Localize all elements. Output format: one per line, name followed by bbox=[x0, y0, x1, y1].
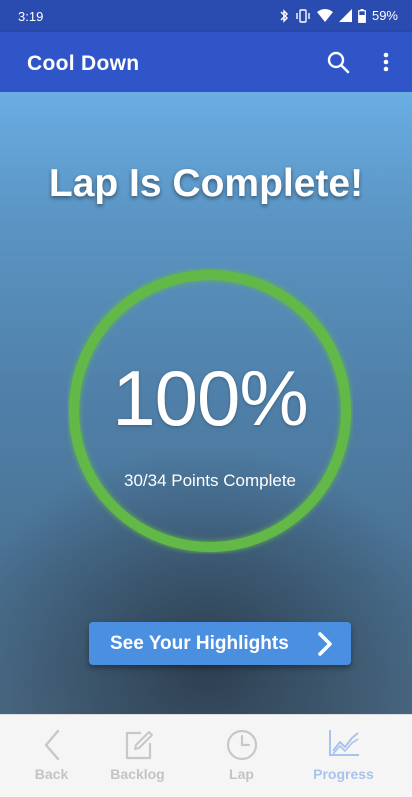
status-time: 3:19 bbox=[18, 9, 44, 24]
battery-percent: 59% bbox=[371, 8, 398, 23]
search-icon bbox=[327, 51, 350, 74]
app-bar: Cool Down bbox=[0, 32, 412, 92]
clock-icon bbox=[226, 729, 257, 761]
see-highlights-label: See Your Highlights bbox=[110, 632, 289, 654]
bluetooth-icon bbox=[280, 8, 288, 23]
nav-lap-label: Lap bbox=[229, 766, 254, 782]
nav-progress[interactable]: Progress bbox=[292, 715, 395, 797]
see-highlights-button[interactable]: See Your Highlights bbox=[89, 622, 351, 665]
status-icons: 59% bbox=[279, 8, 398, 23]
battery-icon bbox=[358, 8, 366, 23]
progress-percent: 100% bbox=[112, 354, 309, 442]
nav-backlog-label: Backlog bbox=[110, 766, 165, 782]
headline: Lap Is Complete! bbox=[48, 162, 364, 205]
vibrate-icon bbox=[296, 8, 310, 23]
edit-icon bbox=[125, 731, 153, 760]
chevron-right-icon bbox=[318, 632, 332, 656]
progress-ring: 100% 30/34 Points Complete bbox=[67, 268, 353, 554]
lap-complete-panel: Lap Is Complete! 100% 30/34 Points Compl… bbox=[0, 92, 412, 714]
app-title: Cool Down bbox=[27, 52, 140, 75]
more-options-button[interactable] bbox=[372, 48, 400, 76]
search-button[interactable] bbox=[324, 48, 352, 76]
nav-backlog[interactable]: Backlog bbox=[86, 715, 189, 797]
nav-progress-label: Progress bbox=[313, 766, 374, 782]
signal-icon bbox=[338, 9, 352, 22]
more-vert-icon bbox=[383, 52, 389, 72]
points-complete: 30/34 Points Complete bbox=[124, 471, 296, 490]
bottom-navigation: Back Backlog Lap Progress bbox=[0, 714, 412, 797]
chevron-left-icon bbox=[44, 729, 59, 761]
wifi-icon bbox=[316, 9, 333, 22]
chart-line-icon bbox=[328, 730, 359, 756]
nav-lap[interactable]: Lap bbox=[190, 715, 293, 797]
status-bar: 3:19 59% bbox=[0, 0, 412, 32]
